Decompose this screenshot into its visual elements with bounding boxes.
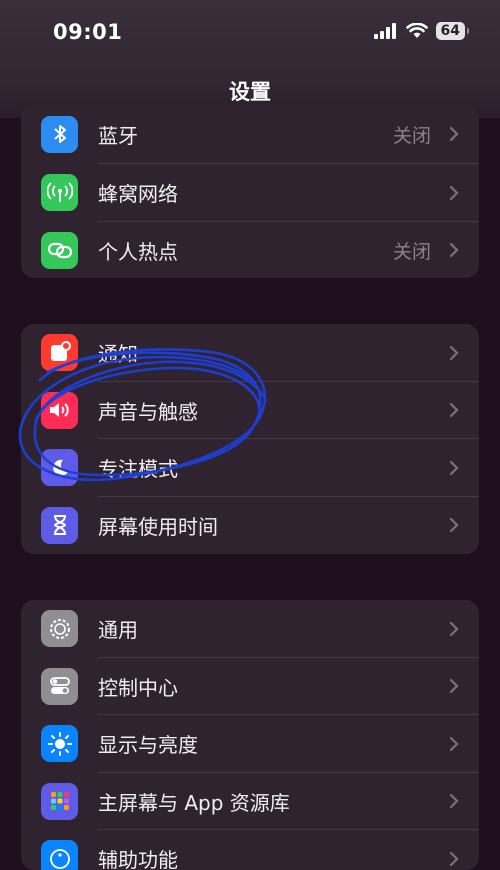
chevron-right-icon bbox=[449, 851, 459, 866]
sound-icon bbox=[41, 391, 78, 429]
chevron-right-icon bbox=[449, 679, 459, 694]
settings-row-value: 关闭 bbox=[392, 240, 431, 263]
settings-row-bluetooth[interactable]: 蓝牙 关闭 bbox=[21, 104, 479, 164]
gear-icon bbox=[41, 610, 78, 648]
settings-row-label: 控制中心 bbox=[98, 675, 178, 700]
settings-row-focus[interactable]: 专注模式 bbox=[21, 439, 479, 497]
settings-row-display-brightness[interactable]: 显示与亮度 bbox=[21, 715, 479, 773]
settings-row-value: 关闭 bbox=[392, 124, 431, 147]
settings-row-notifications[interactable]: 通知 bbox=[21, 324, 479, 382]
battery-indicator: 64 bbox=[435, 22, 470, 40]
settings-row-label: 屏幕使用时间 bbox=[98, 514, 218, 539]
focus-moon-icon bbox=[41, 449, 78, 487]
settings-row-screen-time[interactable]: 屏幕使用时间 bbox=[21, 497, 479, 555]
settings-row-hotspot[interactable]: 个人热点 关闭 bbox=[21, 222, 479, 279]
settings-group-connectivity: 蓝牙 关闭 蜂窝网络 个人热点 关闭 bbox=[21, 104, 479, 278]
settings-row-label: 辅助功能 bbox=[98, 848, 178, 870]
chevron-right-icon bbox=[449, 621, 459, 636]
settings-row-general[interactable]: 通用 bbox=[21, 600, 479, 658]
page-title: 设置 bbox=[229, 80, 271, 104]
settings-row-label: 通用 bbox=[98, 618, 138, 643]
chevron-right-icon bbox=[449, 403, 459, 418]
settings-group-notifications: 通知 声音与触感 专注模式 屏幕使用时间 bbox=[21, 324, 479, 554]
settings-row-label: 个人热点 bbox=[98, 239, 178, 264]
wifi-icon bbox=[405, 23, 428, 38]
settings-row-sounds-haptics[interactable]: 声音与触感 bbox=[21, 382, 479, 439]
settings-row-label: 显示与亮度 bbox=[98, 733, 198, 758]
settings-row-label: 蓝牙 bbox=[98, 123, 138, 148]
status-time: 09:01 bbox=[53, 20, 123, 44]
chevron-right-icon bbox=[449, 794, 459, 809]
chevron-right-icon bbox=[449, 460, 459, 475]
accessibility-icon bbox=[41, 840, 78, 870]
chevron-right-icon bbox=[449, 185, 459, 200]
chevron-right-icon bbox=[449, 243, 459, 258]
brightness-icon bbox=[41, 725, 78, 763]
settings-row-label: 声音与触感 bbox=[98, 399, 198, 424]
status-bar: 09:01 64 bbox=[0, 0, 500, 66]
control-center-icon bbox=[41, 667, 78, 705]
cellular-signal-icon bbox=[373, 23, 396, 39]
bluetooth-icon bbox=[41, 115, 78, 153]
screen-time-icon bbox=[41, 506, 78, 544]
settings-row-home-screen[interactable]: 主屏幕与 App 资源库 bbox=[21, 773, 479, 830]
hotspot-icon bbox=[41, 231, 78, 269]
settings-row-control-center[interactable]: 控制中心 bbox=[21, 658, 479, 715]
settings-row-cellular[interactable]: 蜂窝网络 bbox=[21, 164, 479, 222]
status-icons: 64 bbox=[373, 22, 470, 40]
settings-row-label: 主屏幕与 App 资源库 bbox=[98, 790, 290, 815]
settings-row-label: 专注模式 bbox=[98, 457, 178, 482]
chevron-right-icon bbox=[449, 126, 459, 142]
cellular-icon bbox=[41, 174, 78, 212]
home-screen-icon bbox=[41, 782, 78, 820]
settings-row-label: 通知 bbox=[98, 342, 138, 367]
settings-row-accessibility[interactable]: 辅助功能 bbox=[21, 830, 479, 870]
notification-icon bbox=[41, 334, 78, 372]
chevron-right-icon bbox=[449, 736, 459, 751]
settings-row-label: 蜂窝网络 bbox=[98, 182, 178, 207]
chevron-right-icon bbox=[449, 518, 459, 533]
chevron-right-icon bbox=[449, 345, 459, 360]
settings-group-general: 通用 控制中心 显示与亮度 主屏幕与 App 资源库 辅助功能 bbox=[21, 600, 479, 870]
